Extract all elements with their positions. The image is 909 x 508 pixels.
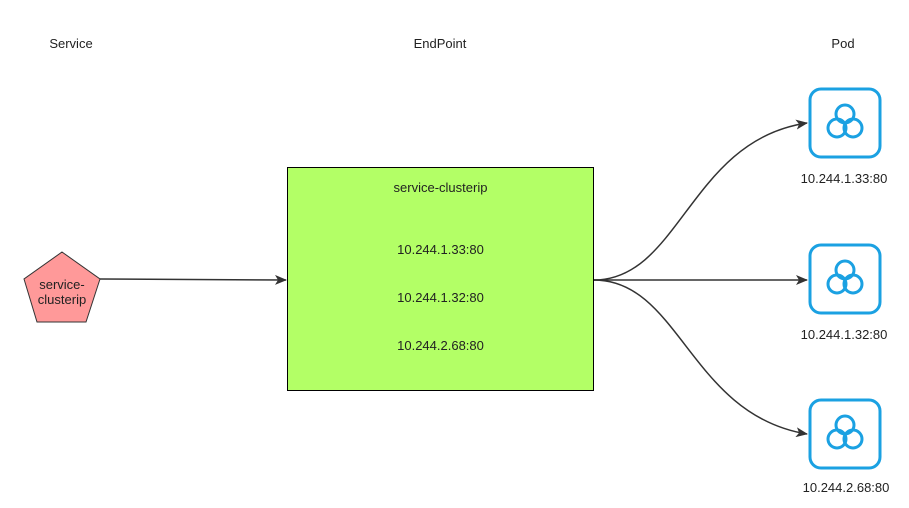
connector-endpoint-to-pod-1 (593, 119, 808, 281)
connector-endpoint-to-pod-3 (593, 279, 808, 438)
service-label-line-2: clusterip (37, 292, 87, 307)
service-label-line-1: service- (39, 277, 85, 292)
endpoint-box[interactable]: service-clusterip 10.244.1.33:80 10.244.… (287, 167, 594, 391)
pod-1-icon[interactable] (808, 87, 882, 159)
service-label: service- clusterip (24, 277, 100, 307)
pod-2-icon[interactable] (808, 243, 882, 315)
pod-1-label: 10.244.1.33:80 (800, 171, 888, 186)
pod-3-icon[interactable] (808, 398, 882, 470)
connector-service-to-endpoint (99, 274, 287, 285)
endpoint-title: service-clusterip (393, 180, 488, 195)
pod-3-label: 10.244.2.68:80 (802, 480, 890, 495)
endpoint-address-3: 10.244.2.68:80 (397, 338, 484, 353)
endpoint-address-2: 10.244.1.32:80 (397, 290, 484, 305)
endpoint-address-1: 10.244.1.33:80 (397, 242, 484, 257)
pod-2-label: 10.244.1.32:80 (800, 327, 888, 342)
